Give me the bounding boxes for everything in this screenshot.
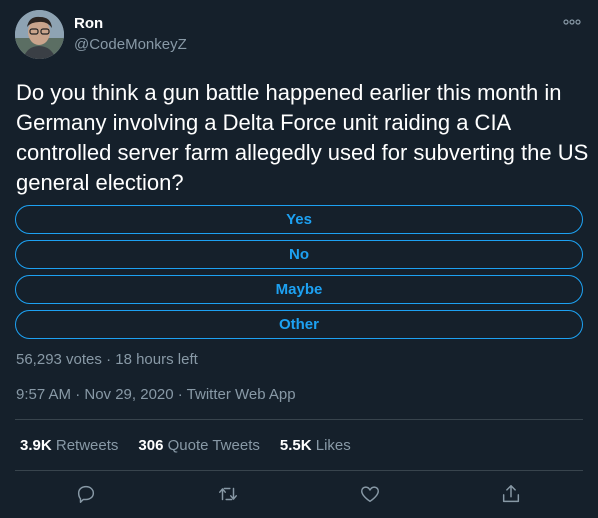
likes-count: 5.5K bbox=[279, 437, 312, 454]
poll: Yes No Maybe Other bbox=[15, 205, 583, 345]
author-name[interactable]: Ron bbox=[74, 15, 103, 32]
more-icon[interactable] bbox=[562, 12, 582, 32]
poll-option-no[interactable]: No bbox=[15, 240, 583, 269]
avatar[interactable] bbox=[15, 10, 64, 59]
likes-stat[interactable]: 5.5K Likes bbox=[280, 437, 351, 454]
likes-label: Likes bbox=[315, 437, 351, 454]
poll-meta: 56,293 votes · 18 hours left bbox=[16, 351, 198, 368]
quote-tweets-stat[interactable]: 306 Quote Tweets bbox=[138, 437, 259, 454]
divider bbox=[15, 470, 583, 471]
retweets-label: Retweets bbox=[55, 437, 119, 454]
poll-option-yes[interactable]: Yes bbox=[15, 205, 583, 234]
retweets-count: 3.9K bbox=[20, 437, 52, 454]
quote-tweets-count: 306 bbox=[138, 437, 164, 454]
author-handle[interactable]: @CodeMonkeyZ bbox=[74, 36, 187, 53]
divider bbox=[15, 419, 583, 420]
tweet-timestamp: 9:57 AM · Nov 29, 2020 · Twitter Web App bbox=[16, 386, 296, 403]
tweet-source[interactable]: Twitter Web App bbox=[187, 386, 296, 403]
retweets-stat[interactable]: 3.9K Retweets bbox=[20, 437, 118, 454]
avatar-photo-icon bbox=[15, 10, 64, 59]
poll-option-maybe[interactable]: Maybe bbox=[15, 275, 583, 304]
retweet-icon[interactable] bbox=[217, 483, 241, 507]
tweet-text: Do you think a gun battle happened earli… bbox=[16, 80, 589, 195]
tweet-stats: 3.9K Retweets 306 Quote Tweets 5.5K Like… bbox=[20, 437, 371, 454]
like-icon[interactable] bbox=[359, 483, 383, 507]
tweet-actions bbox=[0, 483, 598, 507]
share-icon[interactable] bbox=[500, 483, 524, 507]
quote-tweets-label: Quote Tweets bbox=[167, 437, 260, 454]
tweet-time[interactable]: 9:57 AM · Nov 29, 2020 · bbox=[16, 386, 187, 403]
reply-icon[interactable] bbox=[75, 483, 99, 507]
poll-option-other[interactable]: Other bbox=[15, 310, 583, 339]
